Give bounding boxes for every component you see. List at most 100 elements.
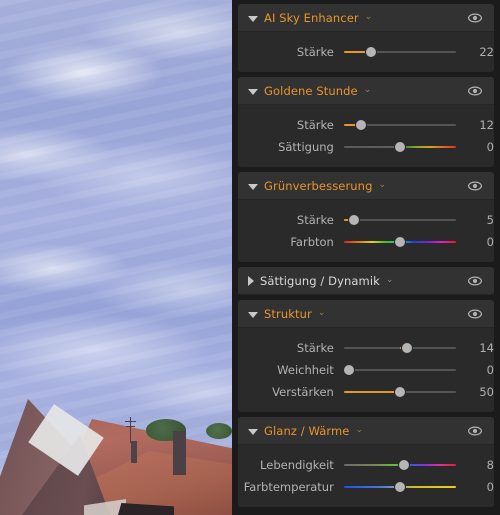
adjustment-section: Glanz / Wärme ⌄ Lebendigkeit 8 Farbtemperatu… bbox=[238, 417, 494, 507]
chevron-down-icon[interactable]: ⌄ bbox=[365, 13, 373, 22]
slider-value[interactable]: 0 bbox=[456, 235, 494, 249]
eye-icon[interactable] bbox=[467, 423, 483, 439]
triangle-right-icon[interactable] bbox=[248, 275, 254, 286]
section-body: Lebendigkeit 8 Farbtemperatur 0 bbox=[238, 445, 494, 507]
eye-icon[interactable] bbox=[467, 10, 483, 26]
triangle-down-icon[interactable] bbox=[248, 428, 258, 435]
slider-control[interactable] bbox=[343, 341, 456, 355]
triangle-down-icon[interactable] bbox=[248, 311, 258, 318]
slider-value[interactable]: 0 bbox=[456, 140, 494, 154]
section-title: Struktur bbox=[264, 306, 312, 321]
chevron-down-icon[interactable]: ⌄ bbox=[386, 276, 394, 285]
slider-handle[interactable] bbox=[348, 214, 359, 225]
adjustment-section: Goldene Stunde ⌄ Stärke 12 Sättigung 0 bbox=[238, 77, 494, 167]
chevron-down-icon[interactable]: ⌄ bbox=[364, 86, 372, 95]
slider-value[interactable]: 14 bbox=[456, 341, 494, 355]
slider-handle[interactable] bbox=[398, 459, 409, 470]
slider-track[interactable] bbox=[343, 218, 456, 221]
editor-window: AI Sky Enhancer ⌄ Stärke 22 Goldene Stunde ⌄ S… bbox=[0, 0, 500, 515]
eye-icon[interactable] bbox=[467, 83, 483, 99]
slider-value[interactable]: 22 bbox=[456, 45, 494, 59]
slider-handle[interactable] bbox=[401, 342, 412, 353]
slider-label: Stärke bbox=[296, 44, 334, 59]
triangle-down-icon[interactable] bbox=[248, 88, 258, 95]
section-header-3[interactable]: Sättigung / Dynamik ⌄ bbox=[238, 267, 494, 295]
eye-icon[interactable] bbox=[467, 273, 483, 289]
section-body: Stärke 12 Sättigung 0 bbox=[238, 105, 494, 167]
slider-row: Farbton 0 bbox=[238, 231, 494, 252]
section-header-5[interactable]: Glanz / Wärme ⌄ bbox=[238, 417, 494, 445]
slider-control[interactable] bbox=[343, 235, 456, 249]
slider-value[interactable]: 0 bbox=[456, 363, 494, 377]
adjustment-section: Grünverbesserung ⌄ Stärke 5 Farbton 0 bbox=[238, 172, 494, 262]
slider-label: Farbton bbox=[290, 234, 334, 249]
chimney bbox=[173, 431, 186, 475]
section-header-0[interactable]: AI Sky Enhancer ⌄ bbox=[238, 4, 494, 32]
slider-control[interactable] bbox=[343, 45, 456, 59]
section-title: Sättigung / Dynamik bbox=[260, 273, 380, 288]
triangle-down-icon[interactable] bbox=[248, 15, 258, 22]
slider-control[interactable] bbox=[343, 140, 456, 154]
section-title: Goldene Stunde bbox=[264, 83, 358, 98]
section-title: AI Sky Enhancer bbox=[264, 10, 359, 25]
slider-control[interactable] bbox=[343, 118, 456, 132]
slider-row: Stärke 5 bbox=[238, 209, 494, 230]
section-body: Stärke 5 Farbton 0 bbox=[238, 200, 494, 262]
slider-track[interactable] bbox=[343, 368, 456, 371]
triangle-down-icon[interactable] bbox=[248, 183, 258, 190]
section-header-1[interactable]: Goldene Stunde ⌄ bbox=[238, 77, 494, 105]
slider-handle[interactable] bbox=[356, 119, 367, 130]
slider-row: Weichheit 0 bbox=[238, 359, 494, 380]
adjustments-panel: AI Sky Enhancer ⌄ Stärke 22 Goldene Stunde ⌄ S… bbox=[232, 0, 500, 515]
slider-value[interactable]: 0 bbox=[456, 480, 494, 494]
slider-control[interactable] bbox=[343, 363, 456, 377]
slider-control[interactable] bbox=[343, 385, 456, 399]
slider-value[interactable]: 12 bbox=[456, 118, 494, 132]
antenna bbox=[125, 417, 136, 443]
slider-control[interactable] bbox=[343, 213, 456, 227]
slider-label: Stärke bbox=[296, 340, 334, 355]
section-title: Glanz / Wärme bbox=[264, 423, 350, 438]
slider-control[interactable] bbox=[343, 480, 456, 494]
slider-control[interactable] bbox=[343, 458, 456, 472]
chevron-down-icon[interactable]: ⌄ bbox=[355, 426, 363, 435]
tree-foliage-far bbox=[206, 423, 232, 439]
slider-fill bbox=[343, 390, 400, 393]
chimney-small bbox=[131, 441, 137, 463]
slider-label: Farbtemperatur bbox=[243, 479, 334, 494]
slider-row: Stärke 14 bbox=[238, 337, 494, 358]
slider-value[interactable]: 8 bbox=[456, 458, 494, 472]
slider-row: Verstärken 50 bbox=[238, 381, 494, 402]
adjustment-section: Sättigung / Dynamik ⌄ bbox=[238, 267, 494, 295]
slider-handle[interactable] bbox=[343, 364, 354, 375]
section-body: Stärke 22 bbox=[238, 32, 494, 72]
slider-value[interactable]: 5 bbox=[456, 213, 494, 227]
adjustment-section: Struktur ⌄ Stärke 14 Weichheit 0 Verstärken 50 bbox=[238, 300, 494, 412]
slider-row: Sättigung 0 bbox=[238, 136, 494, 157]
photo-preview[interactable] bbox=[0, 0, 232, 515]
section-header-2[interactable]: Grünverbesserung ⌄ bbox=[238, 172, 494, 200]
slider-handle[interactable] bbox=[394, 141, 405, 152]
slider-label: Verstärken bbox=[272, 384, 334, 399]
slider-handle[interactable] bbox=[394, 386, 405, 397]
slider-row: Stärke 22 bbox=[238, 41, 494, 62]
eye-icon[interactable] bbox=[467, 178, 483, 194]
section-title: Grünverbesserung bbox=[264, 178, 373, 193]
eye-icon[interactable] bbox=[467, 306, 483, 322]
slider-value[interactable]: 50 bbox=[456, 385, 494, 399]
chevron-down-icon[interactable]: ⌄ bbox=[378, 181, 386, 190]
slider-label: Lebendigkeit bbox=[260, 457, 334, 472]
section-header-4[interactable]: Struktur ⌄ bbox=[238, 300, 494, 328]
adjustment-section: AI Sky Enhancer ⌄ Stärke 22 bbox=[238, 4, 494, 72]
slider-row: Stärke 12 bbox=[238, 114, 494, 135]
slider-label: Stärke bbox=[296, 117, 334, 132]
slider-row: Farbtemperatur 0 bbox=[238, 476, 494, 497]
chevron-down-icon[interactable]: ⌄ bbox=[318, 309, 326, 318]
slider-label: Weichheit bbox=[277, 362, 334, 377]
section-body: Stärke 14 Weichheit 0 Verstärken 50 bbox=[238, 328, 494, 412]
slider-handle[interactable] bbox=[366, 46, 377, 57]
slider-handle[interactable] bbox=[394, 236, 405, 247]
slider-row: Lebendigkeit 8 bbox=[238, 454, 494, 475]
slider-label: Sättigung bbox=[278, 139, 334, 154]
slider-handle[interactable] bbox=[394, 481, 405, 492]
